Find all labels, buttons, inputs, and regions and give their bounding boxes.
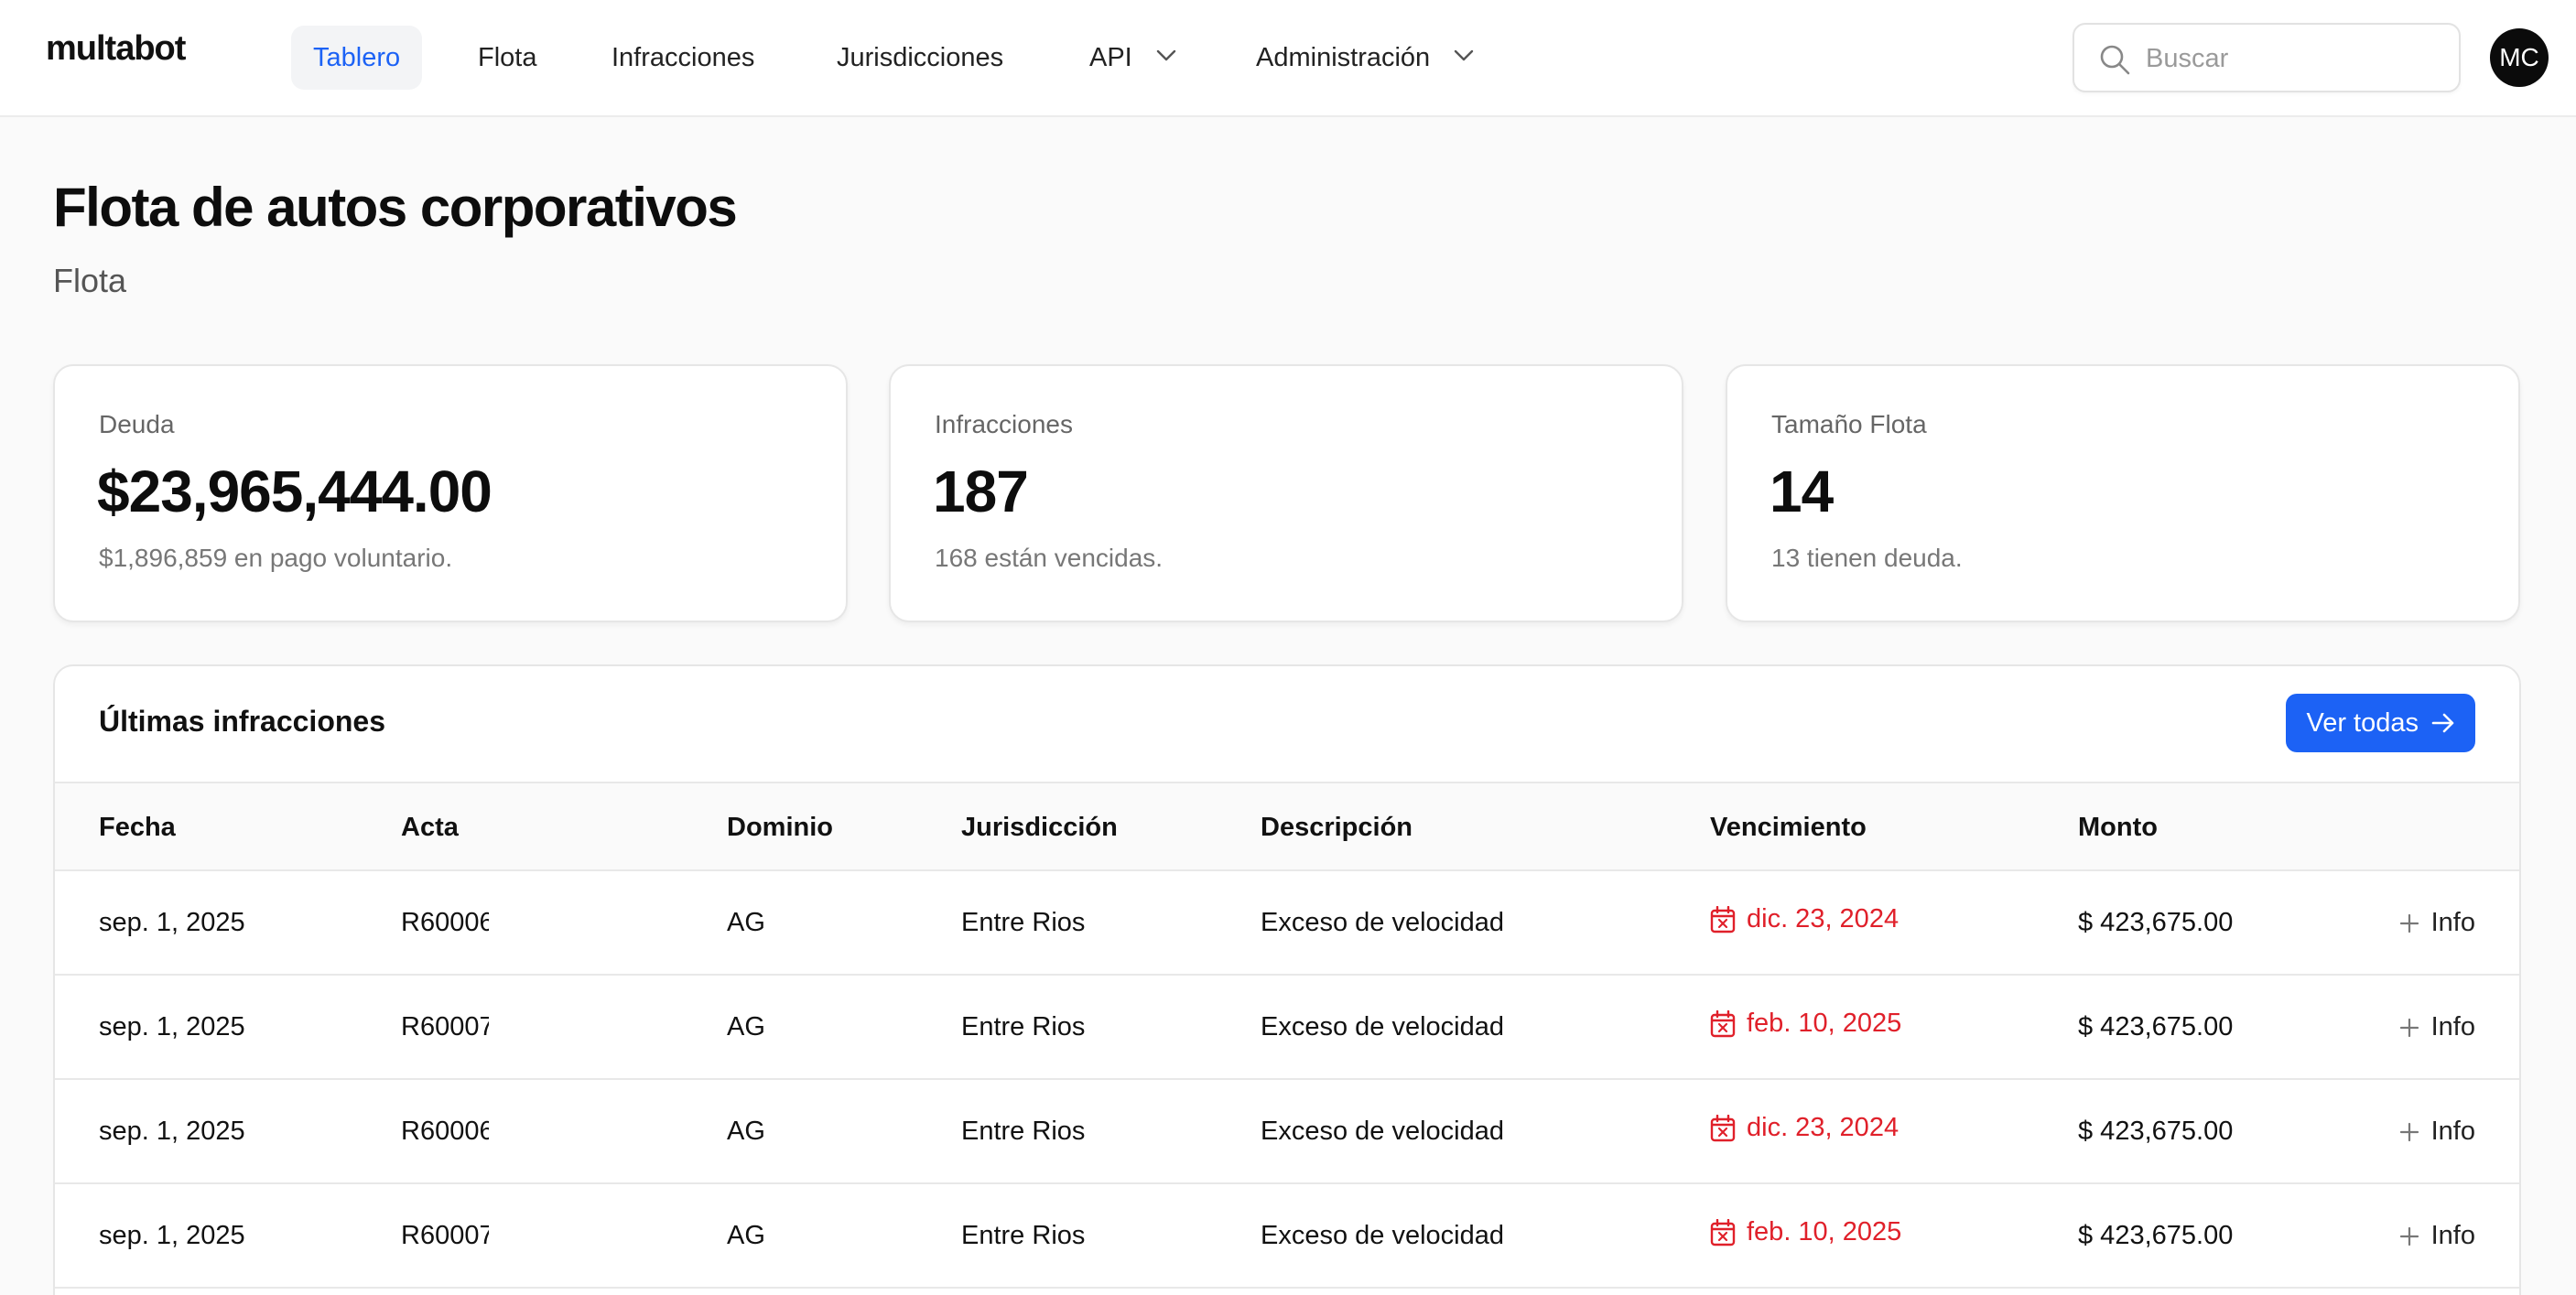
- avatar[interactable]: MC: [2490, 28, 2549, 87]
- cell-acta: R60006: [401, 908, 489, 937]
- cell-vencimiento: dic. 23, 2024: [1710, 904, 1899, 934]
- cell-monto: $ 423,675.00: [2078, 908, 2234, 937]
- cell-fecha: sep. 1, 2025: [99, 908, 245, 937]
- latest-infractions-panel: Últimas infracciones Ver todas Fecha Act…: [53, 664, 2521, 1295]
- top-header: multabot Tablero Flota Infracciones Juri…: [0, 0, 2576, 117]
- table-row[interactable]: sep. 1, 2025 R60007 AG Entre Rios Exceso…: [55, 1184, 2519, 1289]
- cell-jurisdiccion: Entre Rios: [961, 908, 1086, 937]
- stat-label: Tamaño Flota: [1771, 410, 1927, 438]
- info-label: Info: [2430, 1012, 2475, 1041]
- column-header-dominio[interactable]: Dominio: [727, 813, 833, 843]
- cell-vencimiento: feb. 10, 2025: [1710, 1217, 1901, 1247]
- column-header-monto[interactable]: Monto: [2078, 813, 2158, 843]
- cell-fecha: sep. 1, 2025: [99, 1012, 245, 1041]
- stat-note: 13 tienen deuda.: [1771, 544, 1963, 572]
- plus-icon: [2399, 1018, 2419, 1037]
- table-row[interactable]: sep. 1, 2025 R60006 AG Entre Rios Exceso…: [55, 871, 2519, 976]
- cell-monto: $ 423,675.00: [2078, 1117, 2234, 1146]
- search-icon: [2100, 45, 2130, 75]
- vencimiento-date: dic. 23, 2024: [1747, 1113, 1900, 1142]
- cell-descripcion: Exceso de velocidad: [1261, 1221, 1504, 1250]
- cell-jurisdiccion: Entre Rios: [961, 1221, 1086, 1250]
- nav-administracion-label: Administración: [1256, 43, 1431, 72]
- vencimiento-date: dic. 23, 2024: [1747, 904, 1900, 933]
- cell-monto: $ 423,675.00: [2078, 1221, 2234, 1250]
- calendar-overdue-icon: [1710, 905, 1736, 933]
- info-button[interactable]: Info: [2398, 1117, 2475, 1147]
- view-all-label: Ver todas: [2306, 707, 2419, 738]
- info-label: Info: [2430, 1221, 2475, 1250]
- stat-value: 187: [933, 459, 1029, 524]
- search-box[interactable]: [2073, 23, 2461, 92]
- search-input[interactable]: [2146, 36, 2439, 81]
- cell-vencimiento: feb. 10, 2025: [1710, 1009, 1901, 1039]
- plus-icon: [2399, 1226, 2419, 1246]
- cell-dominio: AG: [727, 1012, 765, 1041]
- nav-jurisdicciones-label: Jurisdicciones: [837, 43, 1004, 72]
- page-title: Flota de autos corporativos: [53, 177, 738, 238]
- table-row[interactable]: sep. 1, 2025 R60007 AG Entre Rios Exceso…: [55, 976, 2519, 1080]
- plus-icon: [2399, 1122, 2419, 1141]
- cell-acta: R60007: [401, 1012, 489, 1041]
- cell-fecha: sep. 1, 2025: [99, 1221, 245, 1250]
- nav-administracion[interactable]: Administración: [1234, 26, 1496, 90]
- cell-descripcion: Exceso de velocidad: [1261, 1117, 1504, 1146]
- cell-dominio: AG: [727, 1117, 765, 1146]
- stat-note: 168 están vencidas.: [935, 544, 1164, 572]
- cell-dominio: AG: [727, 908, 765, 937]
- calendar-overdue-icon: [1710, 1009, 1736, 1037]
- nav-flota-label: Flota: [478, 43, 537, 72]
- chevron-down-icon: [1455, 50, 1474, 61]
- column-header-fecha[interactable]: Fecha: [99, 813, 176, 843]
- cell-acta: R60006: [401, 1117, 489, 1146]
- vencimiento-date: feb. 10, 2025: [1747, 1217, 1902, 1246]
- info-button[interactable]: Info: [2398, 1012, 2475, 1042]
- stat-label: Deuda: [99, 410, 175, 438]
- cell-monto: $ 423,675.00: [2078, 1012, 2234, 1041]
- nav-jurisdicciones[interactable]: Jurisdicciones: [815, 26, 1025, 90]
- table-header: Fecha Acta Dominio Jurisdicción Descripc…: [55, 782, 2519, 871]
- vencimiento-date: feb. 10, 2025: [1747, 1009, 1902, 1038]
- info-label: Info: [2430, 908, 2475, 937]
- plus-icon: [2399, 913, 2419, 933]
- chevron-down-icon: [1156, 50, 1176, 61]
- column-header-descripcion[interactable]: Descripción: [1261, 813, 1412, 843]
- page-subtitle: Flota: [53, 262, 127, 299]
- arrow-right-icon: [2431, 713, 2454, 733]
- cell-descripcion: Exceso de velocidad: [1261, 908, 1504, 937]
- nav-flota[interactable]: Flota: [456, 26, 558, 90]
- info-button[interactable]: Info: [2398, 1221, 2475, 1251]
- cell-jurisdiccion: Entre Rios: [961, 1012, 1086, 1041]
- column-header-vencimiento[interactable]: Vencimiento: [1710, 813, 1867, 843]
- nav-infracciones-label: Infracciones: [612, 43, 755, 72]
- nav-infracciones[interactable]: Infracciones: [590, 26, 776, 90]
- calendar-overdue-icon: [1710, 1114, 1736, 1141]
- logo[interactable]: multabot: [46, 29, 186, 69]
- view-all-button[interactable]: Ver todas: [2286, 694, 2475, 752]
- stat-value: $23,965,444.00: [97, 459, 492, 524]
- stat-card-tamano-flota: Tamaño Flota 14 13 tienen deuda.: [1726, 364, 2520, 622]
- nav-api[interactable]: API: [1067, 26, 1198, 90]
- cell-descripcion: Exceso de velocidad: [1261, 1012, 1504, 1041]
- info-label: Info: [2430, 1117, 2475, 1146]
- stat-card-deuda: Deuda $23,965,444.00 $1,896,859 en pago …: [53, 364, 848, 622]
- stat-note: $1,896,859 en pago voluntario.: [99, 544, 453, 572]
- nav-tablero-label: Tablero: [313, 43, 401, 72]
- cell-jurisdiccion: Entre Rios: [961, 1117, 1086, 1146]
- cell-dominio: AG: [727, 1221, 765, 1250]
- stat-value: 14: [1770, 459, 1834, 524]
- stat-label: Infracciones: [935, 410, 1073, 438]
- nav-tablero[interactable]: Tablero: [291, 26, 423, 90]
- info-button[interactable]: Info: [2398, 908, 2475, 938]
- cell-vencimiento: dic. 23, 2024: [1710, 1113, 1899, 1143]
- nav-api-label: API: [1089, 43, 1132, 72]
- column-header-acta[interactable]: Acta: [401, 813, 459, 843]
- cell-fecha: sep. 1, 2025: [99, 1117, 245, 1146]
- calendar-overdue-icon: [1710, 1218, 1736, 1246]
- table-row[interactable]: sep. 1, 2025 R60006 AG Entre Rios Exceso…: [55, 1080, 2519, 1184]
- stat-card-infracciones: Infracciones 187 168 están vencidas.: [889, 364, 1683, 622]
- column-header-jurisdiccion[interactable]: Jurisdicción: [961, 813, 1118, 843]
- panel-title: Últimas infracciones: [99, 705, 385, 738]
- cell-acta: R60007: [401, 1221, 489, 1250]
